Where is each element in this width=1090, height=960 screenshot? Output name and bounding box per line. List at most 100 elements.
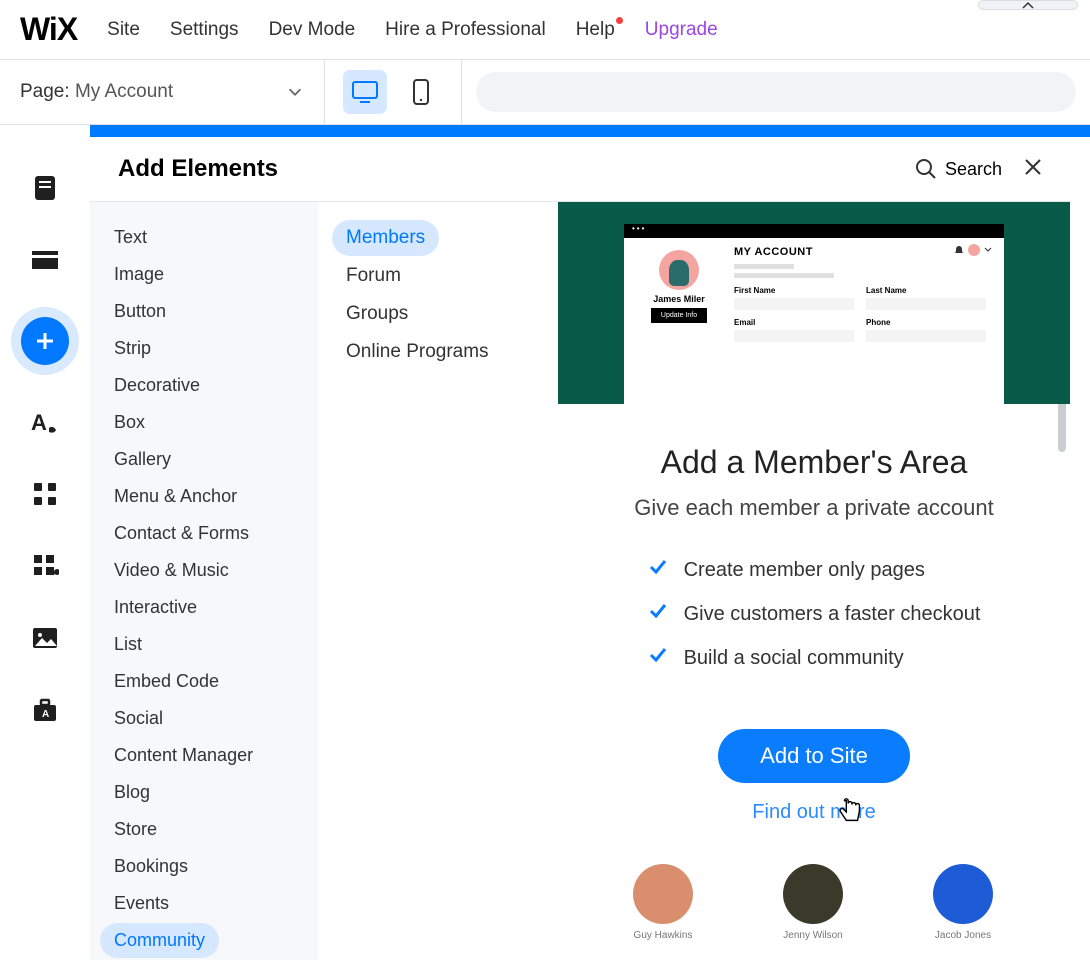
member-name: Jenny Wilson: [783, 930, 842, 941]
url-pill[interactable]: [476, 72, 1076, 112]
search-button[interactable]: Search: [915, 158, 1002, 180]
category-video-music[interactable]: Video & Music: [100, 553, 243, 588]
check-icon: [648, 645, 668, 671]
chevron-down-icon: [984, 246, 992, 254]
member-avatar: [933, 864, 993, 924]
plus-icon: [33, 329, 57, 353]
member-avatar: [633, 864, 693, 924]
mobile-device-button[interactable]: [399, 70, 443, 114]
rail-apps[interactable]: [30, 479, 60, 509]
subcategory-members[interactable]: Members: [332, 220, 439, 256]
mini-card[interactable]: [978, 0, 1078, 10]
rail-business[interactable]: [30, 551, 60, 581]
apps-icon: [32, 481, 58, 507]
category-interactive[interactable]: Interactive: [100, 590, 211, 625]
category-contact-forms[interactable]: Contact & Forms: [100, 516, 263, 551]
desktop-device-button[interactable]: [343, 70, 387, 114]
promo-bullet: Give customers a faster checkout: [648, 601, 981, 627]
mock-field-lastname: Last Name: [866, 286, 986, 295]
add-panel-title: Add Elements: [118, 155, 278, 183]
category-strip[interactable]: Strip: [100, 331, 165, 366]
mock-title: MY ACCOUNT: [734, 246, 986, 258]
briefcase-icon: A: [31, 696, 59, 724]
preview-banner: ••• James Miler Update Info MY A: [558, 202, 1070, 404]
close-button[interactable]: [1024, 156, 1042, 182]
mock-update-button: Update Info: [651, 308, 707, 323]
mock-avatar: [659, 250, 699, 290]
menu-settings[interactable]: Settings: [170, 19, 239, 41]
category-community[interactable]: Community: [100, 923, 219, 958]
rail-add-button[interactable]: [21, 317, 69, 365]
preview-column: ••• James Miler Update Info MY A: [558, 202, 1070, 960]
subcategory-groups[interactable]: Groups: [332, 296, 422, 332]
add-panel-body: TextImageButtonStripDecorativeBoxGallery…: [90, 201, 1070, 960]
menu-help-label: Help: [576, 19, 615, 40]
category-gallery[interactable]: Gallery: [100, 442, 185, 477]
categories-column[interactable]: TextImageButtonStripDecorativeBoxGallery…: [90, 202, 318, 960]
category-store[interactable]: Store: [100, 812, 171, 847]
mock-profile-name: James Miler: [653, 294, 705, 304]
page-selector[interactable]: Page: My Account: [0, 60, 325, 124]
rail-pages[interactable]: [30, 173, 60, 203]
subcategories-column[interactable]: MembersForumGroupsOnline Programs: [318, 202, 558, 960]
mobile-icon: [412, 78, 430, 106]
mock-avatar-small: [968, 244, 980, 256]
member-card[interactable]: Guy Hawkins: [618, 864, 708, 941]
menu-upgrade[interactable]: Upgrade: [645, 19, 718, 41]
category-blog[interactable]: Blog: [100, 775, 164, 810]
top-menu: WiX Site Settings Dev Mode Hire a Profes…: [0, 0, 1090, 60]
promo-bullet: Create member only pages: [648, 557, 981, 583]
member-card[interactable]: Jenny Wilson: [768, 864, 858, 941]
category-box[interactable]: Box: [100, 405, 159, 440]
blue-strip: [90, 125, 1090, 137]
rail-marketplace[interactable]: A: [30, 695, 60, 725]
add-to-site-button[interactable]: Add to Site: [718, 729, 910, 783]
section-icon: [30, 249, 60, 271]
bell-icon: [954, 245, 964, 255]
subcategory-forum[interactable]: Forum: [332, 258, 415, 294]
wix-logo: WiX: [20, 11, 77, 48]
category-text[interactable]: Text: [100, 220, 161, 255]
image-icon: [31, 626, 59, 650]
puzzle-icon: [31, 552, 59, 580]
menu-hire-professional[interactable]: Hire a Professional: [385, 19, 546, 41]
menu-help[interactable]: Help: [576, 19, 615, 41]
add-elements-panel: Add Elements Search TextImageButtonStrip…: [90, 137, 1070, 960]
category-menu-anchor[interactable]: Menu & Anchor: [100, 479, 251, 514]
mock-field-phone: Phone: [866, 318, 986, 327]
category-button[interactable]: Button: [100, 294, 180, 329]
menu-dev-mode[interactable]: Dev Mode: [269, 19, 356, 41]
category-bookings[interactable]: Bookings: [100, 849, 202, 884]
rail-media[interactable]: [30, 623, 60, 653]
promo-bullets: Create member only pages Give customers a…: [648, 557, 981, 689]
add-panel-header: Add Elements Search: [90, 137, 1070, 201]
category-list[interactable]: List: [100, 627, 156, 662]
promo-bullet-text: Give customers a faster checkout: [684, 603, 981, 626]
category-social[interactable]: Social: [100, 701, 177, 736]
search-label: Search: [945, 159, 1002, 180]
page-value: My Account: [75, 81, 173, 102]
rail-sections[interactable]: [30, 245, 60, 275]
category-events[interactable]: Events: [100, 886, 183, 921]
member-name: Jacob Jones: [935, 930, 991, 941]
member-card[interactable]: Jacob Jones: [918, 864, 1008, 941]
category-embed-code[interactable]: Embed Code: [100, 664, 233, 699]
menu-site[interactable]: Site: [107, 19, 140, 41]
find-out-more-link[interactable]: Find out more: [588, 801, 1040, 824]
check-icon: [648, 557, 668, 583]
mock-field-email: Email: [734, 318, 854, 327]
promo-bullet-text: Create member only pages: [684, 559, 925, 582]
category-decorative[interactable]: Decorative: [100, 368, 214, 403]
svg-text:A: A: [42, 709, 49, 720]
category-image[interactable]: Image: [100, 257, 178, 292]
text-design-icon: A: [31, 408, 59, 436]
svg-text:A: A: [31, 410, 47, 435]
mock-field-firstname: First Name: [734, 286, 854, 295]
page-icon: [32, 173, 58, 203]
category-content-manager[interactable]: Content Manager: [100, 738, 267, 773]
rail-design[interactable]: A: [30, 407, 60, 437]
promo-bullet-text: Build a social community: [684, 647, 904, 670]
promo-bullet: Build a social community: [648, 645, 981, 671]
page-label: Page:: [20, 81, 70, 102]
subcategory-online-programs[interactable]: Online Programs: [332, 334, 503, 370]
